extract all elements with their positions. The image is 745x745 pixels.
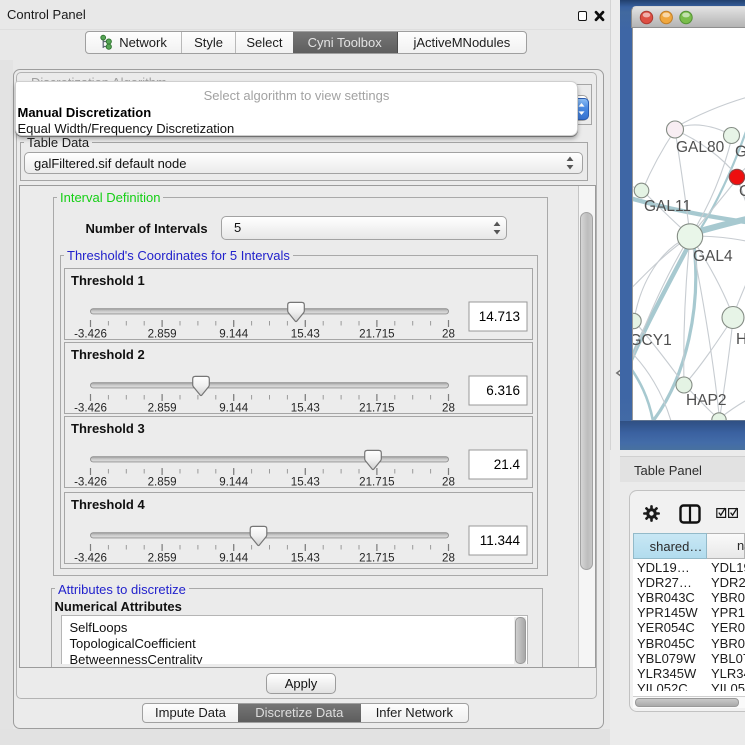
svg-text:GAL11: GAL11 bbox=[644, 198, 691, 215]
svg-text:21.4: 21.4 bbox=[493, 457, 520, 472]
svg-text:2.859: 2.859 bbox=[147, 551, 176, 564]
svg-text:C: C bbox=[739, 183, 745, 200]
svg-text:-3.426: -3.426 bbox=[74, 551, 107, 564]
svg-text:14.713: 14.713 bbox=[478, 309, 519, 324]
svg-text:15.43: 15.43 bbox=[290, 327, 319, 340]
svg-text:21.715: 21.715 bbox=[359, 327, 394, 340]
svg-text:-3.426: -3.426 bbox=[74, 475, 107, 488]
svg-text:28: 28 bbox=[442, 327, 455, 340]
svg-text:GAL80: GAL80 bbox=[676, 139, 725, 156]
svg-text:21.715: 21.715 bbox=[359, 401, 394, 414]
svg-text:HAP2: HAP2 bbox=[686, 392, 727, 409]
svg-text:-3.426: -3.426 bbox=[74, 327, 107, 340]
svg-text:15.43: 15.43 bbox=[290, 401, 319, 414]
svg-text:21.715: 21.715 bbox=[359, 475, 394, 488]
svg-text:6.316: 6.316 bbox=[486, 383, 520, 398]
svg-text:28: 28 bbox=[442, 401, 455, 414]
svg-text:15.43: 15.43 bbox=[290, 475, 319, 488]
svg-text:GCY1: GCY1 bbox=[633, 332, 672, 349]
svg-text:2.859: 2.859 bbox=[147, 327, 176, 340]
svg-text:Threshold 1: Threshold 1 bbox=[71, 273, 145, 288]
svg-text:28: 28 bbox=[442, 551, 455, 564]
svg-text:21.715: 21.715 bbox=[359, 551, 394, 564]
svg-text:2.859: 2.859 bbox=[147, 475, 176, 488]
svg-text:28: 28 bbox=[442, 475, 455, 488]
svg-text:9.144: 9.144 bbox=[219, 401, 249, 414]
svg-text:-3.426: -3.426 bbox=[74, 401, 107, 414]
svg-text:H: H bbox=[736, 331, 745, 348]
svg-text:2.859: 2.859 bbox=[147, 401, 176, 414]
svg-text:Threshold 4: Threshold 4 bbox=[71, 497, 145, 512]
svg-text:Threshold 3: Threshold 3 bbox=[71, 421, 145, 436]
svg-text:GA: GA bbox=[735, 144, 745, 161]
svg-text:Threshold 2: Threshold 2 bbox=[71, 347, 145, 362]
svg-text:11.344: 11.344 bbox=[479, 533, 520, 548]
svg-text:9.144: 9.144 bbox=[219, 475, 249, 488]
svg-text:9.144: 9.144 bbox=[219, 327, 249, 340]
svg-text:9.144: 9.144 bbox=[219, 551, 249, 564]
svg-text:GAL4: GAL4 bbox=[693, 248, 733, 265]
svg-text:15.43: 15.43 bbox=[290, 551, 319, 564]
